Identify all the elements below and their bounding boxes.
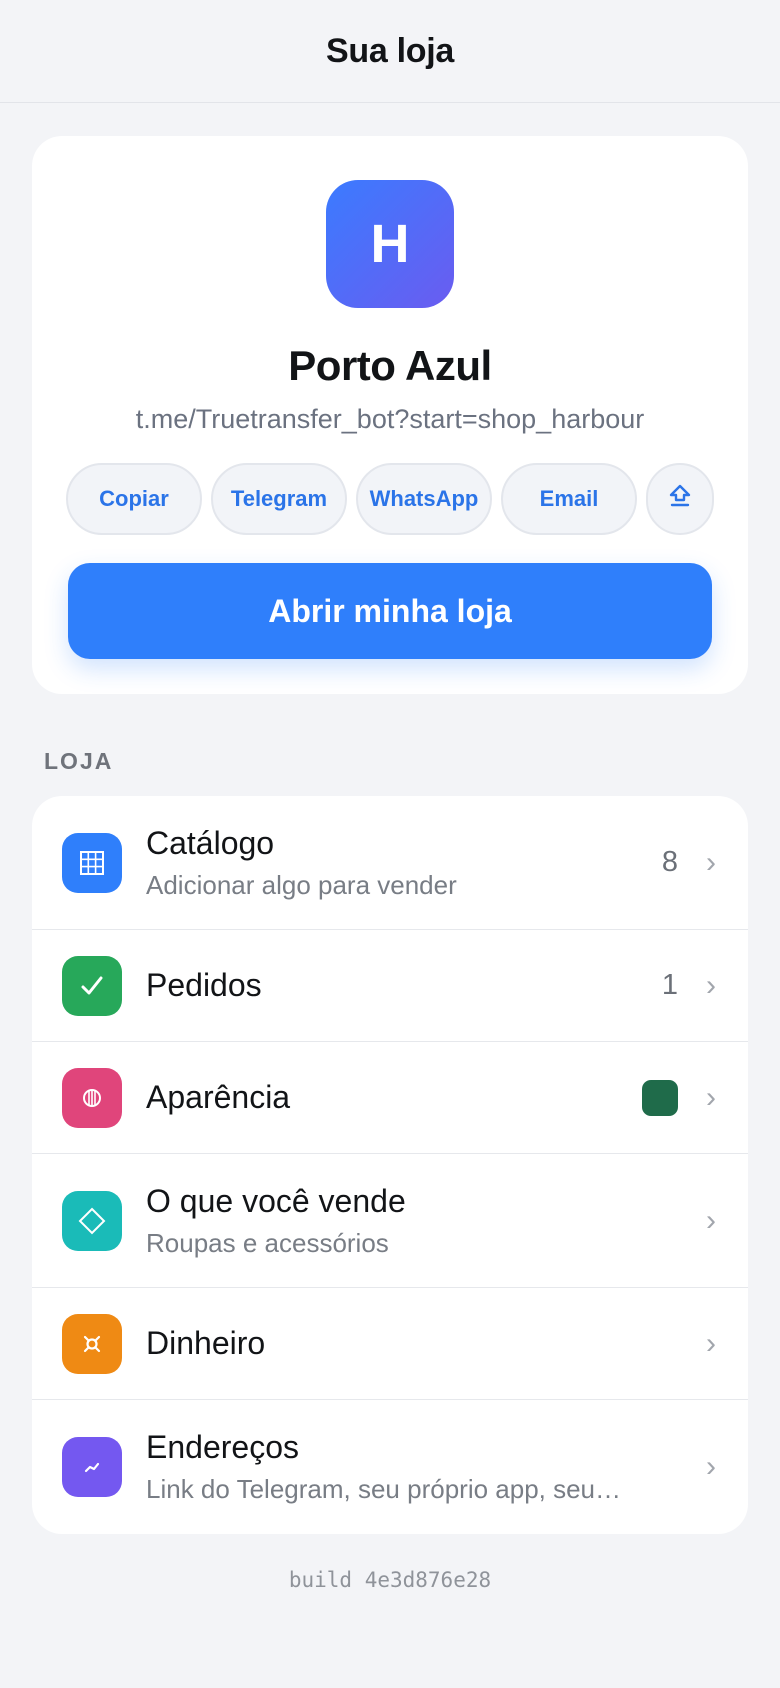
chevron-right-icon: ›	[706, 845, 716, 879]
row-addresses[interactable]: Endereços Link do Telegram, seu próprio …	[32, 1400, 748, 1534]
share-row: Copiar Telegram WhatsApp Email	[66, 463, 714, 535]
catalog-count: 8	[661, 846, 678, 878]
shop-card: H Porto Azul t.me/Truetransfer_bot?start…	[32, 136, 748, 694]
shop-name: Porto Azul	[288, 342, 492, 389]
row-title: Pedidos	[146, 967, 262, 1003]
shop-logo-letter: H	[370, 214, 410, 274]
row-title: Dinheiro	[146, 1325, 266, 1361]
chevron-right-icon: ›	[706, 1326, 716, 1360]
share-more-button[interactable]	[646, 463, 714, 535]
share-telegram-button[interactable]: Telegram	[211, 463, 347, 535]
page-title: Sua loja	[326, 31, 454, 70]
section-label: LOJA	[44, 748, 114, 774]
share-icon	[667, 483, 693, 515]
chevron-right-icon: ›	[706, 968, 716, 1002]
orders-count: 1	[661, 969, 678, 1001]
chevron-right-icon: ›	[706, 1450, 716, 1483]
currency-icon	[62, 1313, 122, 1374]
shop-logo: H	[326, 180, 454, 308]
settings-list: Catálogo Adicionar algo para vender 8 › …	[32, 796, 748, 1534]
palette-icon	[62, 1067, 122, 1128]
shop-link[interactable]: t.me/Truetransfer_bot?start=shop_harbour	[136, 404, 645, 435]
row-subtitle: Link do Telegram, seu próprio app, seu…	[146, 1474, 622, 1504]
build-label: build 4e3d876e28	[288, 1568, 492, 1592]
chevron-right-icon: ›	[706, 1203, 716, 1237]
row-subtitle: Roupas e acessórios	[146, 1227, 389, 1258]
share-email-button[interactable]: Email	[501, 463, 637, 535]
row-appearance[interactable]: Aparência ›	[32, 1042, 748, 1154]
row-orders[interactable]: Pedidos 1 ›	[32, 930, 748, 1042]
row-title: O que você vende	[146, 1182, 406, 1219]
row-title: Aparência	[146, 1079, 291, 1115]
link-icon	[62, 1437, 122, 1497]
row-money[interactable]: Dinheiro ›	[32, 1288, 748, 1400]
share-whatsapp-button[interactable]: WhatsApp	[356, 463, 492, 535]
top-bar: Sua loja	[0, 0, 780, 103]
row-catalog[interactable]: Catálogo Adicionar algo para vender 8 ›	[32, 796, 748, 930]
copy-button[interactable]: Copiar	[66, 463, 202, 535]
check-icon	[62, 955, 122, 1016]
row-title: Endereços	[146, 1429, 299, 1465]
theme-color-swatch	[642, 1079, 678, 1116]
row-what-you-sell[interactable]: O que você vende Roupas e acessórios ›	[32, 1154, 748, 1288]
open-shop-button[interactable]: Abrir minha loja	[68, 563, 712, 659]
grid-icon	[62, 832, 122, 893]
row-subtitle: Adicionar algo para vender	[146, 869, 457, 900]
diamond-icon	[62, 1190, 122, 1251]
chevron-right-icon: ›	[706, 1080, 716, 1114]
row-title: Catálogo	[146, 824, 275, 861]
